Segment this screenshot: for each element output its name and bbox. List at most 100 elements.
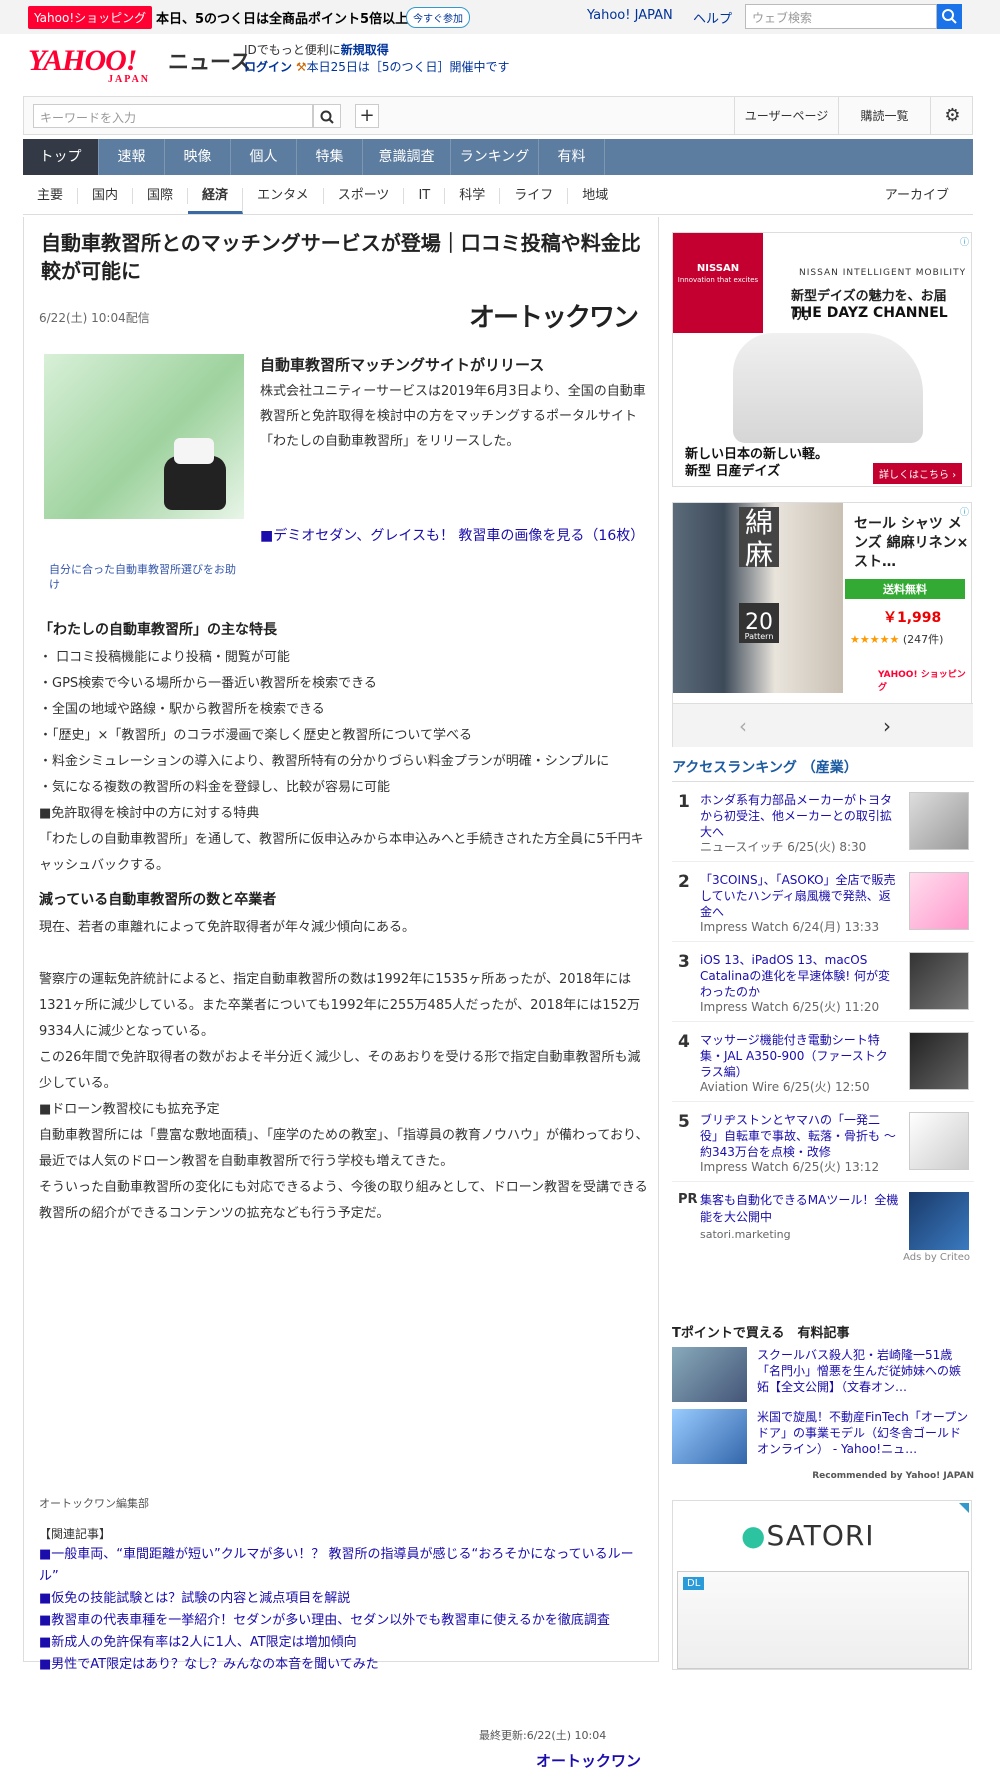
related-link[interactable]: ■男性でAT限定はあり？なし？みんなの本音を聞いてみた	[39, 1654, 649, 1676]
snav-region[interactable]: 地域	[568, 188, 622, 204]
gnav-top[interactable]: トップ	[23, 139, 99, 175]
ad-cta-button[interactable]: 詳しくはこちら ›	[873, 463, 963, 484]
login-link[interactable]: ログイン	[244, 60, 292, 74]
snav-domestic[interactable]: 国内	[78, 188, 134, 204]
keyword-input[interactable]: キーワードを入力	[33, 104, 313, 128]
rank-title[interactable]: マッサージ機能付き電動シート特集・JAL A350-900（ファーストクラス編）	[700, 1032, 896, 1080]
tpoint-item[interactable]: 米国で旋風！不動産FinTech「オープンドア」の事業モデル（幻冬舎ゴールドオン…	[672, 1409, 974, 1471]
rank-title[interactable]: ブリヂストンとヤマハの「一発二役」自転車で事故、転落・骨折も ～約343万台を点…	[700, 1112, 896, 1160]
source-link[interactable]: オートックワン	[536, 1750, 641, 1771]
nissan-ad[interactable]: NISSAN Innovation that excites ⓘ NISSAN I…	[672, 232, 972, 487]
ranking-item[interactable]: 1 ホンダ系有力部品メーカーがトヨタから初受注、他メーカーとの取引拡大へ ニュー…	[672, 782, 974, 862]
ranking-item[interactable]: 3 iOS 13、iPadOS 13、macOS Catalinaの進化を早速体…	[672, 942, 974, 1022]
tpoint-title[interactable]: 米国で旋風！不動産FinTech「オープンドア」の事業モデル（幻冬舎ゴールドオン…	[757, 1409, 971, 1457]
ad-copy: 新しい日本の新しい軽。 新型 日産デイズ	[685, 447, 829, 479]
pr-item[interactable]: PR 集客も自動化できるMAツール！全機能を大公開中 satori.market…	[672, 1182, 974, 1252]
snav-science[interactable]: 科学	[445, 188, 501, 204]
body-paragraph: ■ドローン教習校にも拡充予定	[39, 1102, 220, 1117]
rank-meta: Impress Watch 6/24(月) 13:33	[700, 920, 880, 934]
section-name[interactable]: ニュース	[168, 46, 251, 76]
web-search-input[interactable]: ウェブ検索	[745, 4, 937, 29]
snav-sports[interactable]: スポーツ	[324, 188, 405, 204]
satori-ad[interactable]: ●SATORI DL	[672, 1500, 972, 1670]
gnav-survey[interactable]: 意識調査	[363, 139, 451, 175]
gnav-breaking[interactable]: 速報	[99, 139, 165, 175]
pr-thumbnail[interactable]	[909, 1192, 969, 1250]
ranking-heading: アクセスランキング （産業）	[672, 757, 974, 782]
image-gallery-link[interactable]: ■デミオセダン、グレイスも！ 教習車の画像を見る（16枚）	[260, 524, 650, 548]
add-button[interactable]: +	[355, 104, 379, 128]
pr-title[interactable]: 集客も自動化できるMAツール！全機能を大公開中	[700, 1192, 900, 1226]
subscriptions-button[interactable]: 購読一覧	[838, 97, 930, 135]
user-page-button[interactable]: ユーザーページ	[734, 97, 838, 135]
rank-number: 1	[678, 792, 690, 812]
promo-text[interactable]: 本日、5のつく日は全商品ポイント5倍以上！	[156, 8, 421, 27]
related-link[interactable]: ■仮免の技能試験とは？試験の内容と減点項目を解説	[39, 1588, 649, 1610]
snav-main[interactable]: 主要	[23, 188, 79, 204]
ad-choices-icon[interactable]	[959, 1503, 969, 1513]
rank-title[interactable]: iOS 13、iPadOS 13、macOS Catalinaの進化を早速体験!…	[700, 952, 896, 1000]
ranking-item[interactable]: 5 ブリヂストンとヤマハの「一発二役」自転車で事故、転落・骨折も ～約343万台…	[672, 1102, 974, 1182]
new-id-link[interactable]: 新規取得	[341, 43, 389, 57]
chevron-right-icon[interactable]: ›	[883, 714, 891, 738]
nissan-logo: NISSAN Innovation that excites	[673, 233, 763, 333]
rank-meta: ニュースイッチ 6/25(火) 8:30	[700, 840, 867, 854]
chevron-left-icon[interactable]: ‹	[739, 714, 747, 738]
rank-title[interactable]: 「3COINS」、「ASOKO」全店で販売していたハンディ扇風機で発熱、返金へ	[700, 872, 896, 920]
rank-thumbnail[interactable]	[909, 872, 969, 930]
archive-link[interactable]: アーカイブ	[871, 188, 963, 204]
rank-thumbnail[interactable]	[909, 1112, 969, 1170]
rank-thumbnail[interactable]	[909, 952, 969, 1010]
related-link[interactable]: ■教習車の代表車種を一挙紹介！セダンが多い理由、セダン以外でも教習車に使えるかを…	[39, 1610, 649, 1632]
rank-title[interactable]: ホンダ系有力部品メーカーがトヨタから初受注、他メーカーとの取引拡大へ	[700, 792, 896, 840]
article-title: 自動車教習所とのマッチングサービスが登場｜口コミ投稿や料金比較が可能に	[41, 231, 641, 283]
join-button[interactable]: 今すぐ参加	[406, 7, 470, 28]
gnav-paid[interactable]: 有料	[539, 139, 605, 175]
related-articles: 【関連記事】 ■一般車両、“車間距離が短い”クルマが多い！？ 教習所の指導員が感…	[39, 1525, 649, 1676]
photo-caption[interactable]: 自分に合った自動車教習所選びをお助け	[49, 562, 239, 592]
help-link[interactable]: ヘルプ	[693, 8, 732, 27]
snav-it[interactable]: IT	[404, 188, 446, 204]
ad-info-icon[interactable]: ⓘ	[960, 235, 969, 248]
body-paragraph: この26年間で免許取得者の数がおよそ半分近く減少し、そのあおりを受ける形で指定自…	[39, 1050, 641, 1091]
related-link[interactable]: ■一般車両、“車間距離が短い”クルマが多い！？ 教習所の指導員が感じる“おろそか…	[39, 1544, 649, 1588]
snav-international[interactable]: 国際	[133, 188, 189, 204]
snav-economy[interactable]: 経済	[188, 188, 244, 214]
tpoint-title[interactable]: スクールバス殺人犯・岩崎隆一51歳 「名門小」憎悪を生んだ従姉妹への嫉妬【全文公…	[757, 1347, 971, 1395]
related-link[interactable]: ■新成人の免許保有率は2人に1人、AT限定は増加傾向	[39, 1632, 649, 1654]
keyword-search-button[interactable]	[313, 104, 341, 128]
sub-nav: 主要 国内 国際 経済 エンタメ スポーツ IT 科学 ライフ 地域 アーカイブ	[23, 178, 973, 215]
event-notice[interactable]: 本日25日は［5のつく日］開催中です	[307, 60, 510, 74]
tpoint-thumbnail[interactable]	[672, 1409, 747, 1464]
snav-entertainment[interactable]: エンタメ	[243, 188, 324, 204]
yahoo-japan-link[interactable]: Yahoo! JAPAN	[587, 8, 673, 23]
rank-number: 2	[678, 872, 690, 892]
snav-life[interactable]: ライフ	[500, 188, 569, 204]
tpoint-item[interactable]: スクールバス殺人犯・岩崎隆一51歳 「名門小」憎悪を生んだ従姉妹への嫉妬【全文公…	[672, 1347, 974, 1409]
yahoo-logo[interactable]: YAHOO! JAPAN	[28, 44, 148, 85]
gnav-video[interactable]: 映像	[165, 139, 231, 175]
gnav-ranking[interactable]: ランキング	[451, 139, 539, 175]
body-paragraph: 自動車教習所には「豊富な敷地面積」、「座学のための教室」、「指導員の教育ノウハウ…	[39, 1128, 649, 1169]
article-lede: 自動車教習所マッチングサイトがリリース 株式会社ユニティーサービスは2019年6…	[260, 354, 650, 454]
search-icon	[320, 110, 334, 124]
tpoint-thumbnail[interactable]	[672, 1347, 747, 1402]
article-photo[interactable]	[44, 354, 244, 519]
ranking-item[interactable]: 2 「3COINS」、「ASOKO」全店で販売していたハンディ扇風機で発熱、返金…	[672, 862, 974, 942]
source-logo[interactable]: オートックワン	[469, 297, 639, 334]
rank-thumbnail[interactable]	[909, 792, 969, 850]
web-search-button[interactable]	[937, 4, 962, 29]
header-info: IDでもっと便利に新規取得 ログイン ⚒本日25日は［5のつく日］開催中です	[244, 42, 510, 76]
article-date: 6/22(土) 10:04配信	[39, 311, 150, 325]
shopping-ad[interactable]: 綿麻 20 Pattern ⓘ セール シャツ メンズ 綿麻リネン×スト… 送料無…	[672, 502, 973, 747]
ranking-item[interactable]: 4 マッサージ機能付き電動シート特集・JAL A350-900（ファーストクラス…	[672, 1022, 974, 1102]
feature-item: ・気になる複数の教習所の料金を登録し、比較が容易に可能	[39, 780, 391, 795]
logo-sub: JAPAN	[108, 74, 151, 85]
rank-number: 3	[678, 952, 690, 972]
shopping-badge[interactable]: Yahoo!ショッピング	[28, 6, 153, 29]
gear-icon[interactable]: ⚙	[930, 97, 974, 135]
criteo-credit[interactable]: Ads by Criteo	[672, 1252, 974, 1263]
rank-thumbnail[interactable]	[909, 1032, 969, 1090]
gnav-feature[interactable]: 特集	[297, 139, 363, 175]
gnav-individual[interactable]: 個人	[231, 139, 297, 175]
